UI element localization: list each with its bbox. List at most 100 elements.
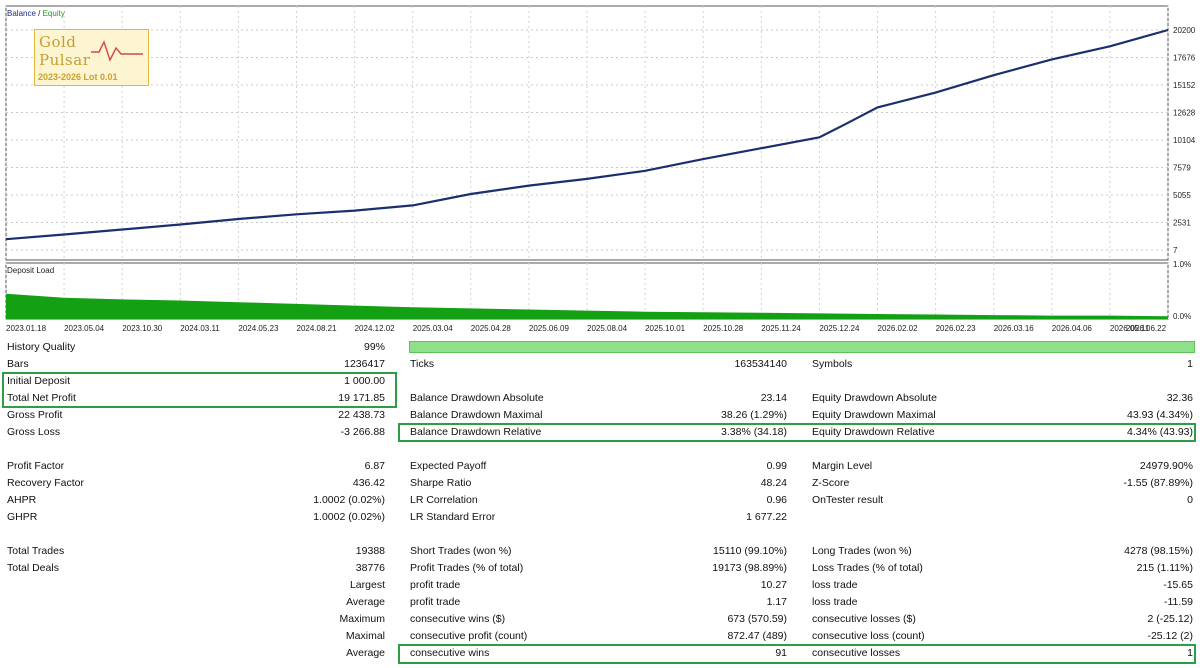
largest-label: Largest [349,579,385,591]
history-quality-value: 99% [363,341,385,353]
loss-trades-value: 215 (1.11%) [1136,562,1193,574]
largest-loss-value: -15.65 [1163,579,1193,591]
average-profit-value: 1.17 [766,596,787,608]
history-quality-bar [409,341,1195,353]
maximal-consec-profit-value: 872.47 (489) [727,630,787,642]
chart-legend: Balance / Equity [7,9,65,18]
recovery-factor-label: Recovery Factor [7,477,85,489]
gross-loss-value: -3 266.88 [340,426,385,438]
maximum-label: Maximum [339,613,385,625]
initial-deposit-label: Initial Deposit [7,375,71,387]
maximal-label: Maximal [345,630,385,642]
average-consec-label: Average [346,647,385,659]
profit-factor-label: Profit Factor [7,460,65,472]
lr-std-error-label: LR Standard Error [410,511,496,523]
bars-label: Bars [7,358,29,370]
date-tick-label: 2025.04.28 [470,324,511,333]
largest-loss-label: loss trade [812,579,858,591]
date-tick-label: 2026.02.02 [877,324,918,333]
balance-equity-chart: 20200 17676 15152 12628 10104 7579 5055 2531 7 B… [0,0,1200,262]
largest-profit-label: profit trade [410,579,461,591]
total-deals-value: 38776 [355,562,385,574]
profit-trades-label: Profit Trades (% of total) [410,562,524,574]
deposit-load-plot [5,262,1169,320]
ghpr-label: GHPR [7,511,38,523]
lr-correlation-label: LR Correlation [410,494,478,506]
average-profit-label: profit trade [410,596,461,608]
history-quality-label: History Quality [7,341,76,353]
ticks-label: Ticks [410,358,435,370]
deposit-tick-top: 1.0% [1173,260,1192,269]
net-profit-value: 19 171.85 [338,392,385,404]
max-consec-wins-value: 673 (570.59) [727,613,787,625]
total-trades-value: 19388 [355,545,385,557]
equity-dd-rel-value: 4.34% (43.93) [1127,426,1193,438]
date-axis: 2023.01.18 2023.05.04 2023.10.30 2024.03.11… [0,320,1200,338]
net-profit-label: Total Net Profit [7,392,76,404]
y-tick-label: 20200 [1173,26,1196,35]
average-label: Average [346,596,385,608]
average-consec-losses-label: consecutive losses [812,647,901,659]
date-tick-label: 2025.10.28 [703,324,744,333]
date-tick-label: 2025.11.24 [761,324,801,333]
profit-factor-value: 6.87 [364,460,385,472]
expected-payoff-label: Expected Payoff [410,460,487,472]
balance-dd-max-label: Balance Drawdown Maximal [410,409,543,421]
initial-deposit-value: 1 000.00 [344,375,385,387]
average-consec-losses-value: 1 [1187,647,1193,659]
legend-equity: Equity [42,9,65,18]
date-tick-label: 2026.02.23 [935,324,976,333]
ticks-value: 163534140 [734,358,787,370]
loss-trades-label: Loss Trades (% of total) [812,562,923,574]
maximal-consec-loss-value: -25.12 (2) [1147,630,1193,642]
balance-dd-max-value: 38.26 (1.29%) [721,409,787,421]
z-score-value: -1.55 (87.89%) [1123,477,1193,489]
max-consec-wins-label: consecutive wins ($) [410,613,506,625]
gross-loss-label: Gross Loss [7,426,61,438]
balance-dd-abs-value: 23.14 [760,392,787,404]
ahpr-label: AHPR [7,494,37,506]
equity-dd-rel-label: Equity Drawdown Relative [812,426,935,438]
deposit-title-text: Deposit Load [7,266,55,275]
balance-dd-rel-value: 3.38% (34.18) [721,426,787,438]
largest-profit-value: 10.27 [760,579,787,591]
average-consec-wins-label: consecutive wins [410,647,490,659]
margin-level-value: 24979.90% [1139,460,1193,472]
gross-profit-label: Gross Profit [7,409,63,421]
ahpr-value: 1.0002 (0.02%) [313,494,385,506]
y-tick-label: 15152 [1173,81,1196,90]
date-tick-label: 2026.06.22 [1126,324,1167,333]
date-tick-label: 2023.10.30 [122,324,163,333]
date-tick-label: 2025.10.01 [645,324,686,333]
test-report: History Quality 99% Bars 1236417 Ticks 1… [0,338,1200,668]
z-score-label: Z-Score [812,477,850,489]
symbols-label: Symbols [812,358,853,370]
balance-equity-plot: 20200 17676 15152 12628 10104 7579 5055 2531 7 [5,5,1196,261]
equity-dd-max-label: Equity Drawdown Maximal [812,409,936,421]
balance-dd-rel-label: Balance Drawdown Relative [410,426,542,438]
bars-value: 1236417 [344,358,385,370]
ontester-value: 0 [1187,494,1193,506]
short-trades-label: Short Trades (won %) [410,545,512,557]
ontester-label: OnTester result [812,494,884,506]
date-tick-label: 2025.06.09 [528,324,569,333]
date-tick-label: 2024.03.11 [180,324,220,333]
recovery-factor-value: 436.42 [352,477,385,489]
average-loss-label: loss trade [812,596,858,608]
y-tick-label: 10104 [1173,136,1196,145]
long-trades-value: 4278 (98.15%) [1124,545,1193,557]
expected-payoff-value: 0.99 [766,460,787,472]
date-tick-label: 2023.01.18 [6,324,47,333]
date-tick-label: 2026.03.16 [993,324,1034,333]
gold-pulsar-logo: Gold Pulsar 2023-2026 Lot 0.01 [34,29,149,86]
logo-line-2: Pulsar [39,51,91,69]
max-consec-losses-label: consecutive losses ($) [812,613,916,625]
y-tick-label: 7579 [1173,164,1191,173]
date-tick-label: 2025.03.04 [412,324,453,333]
equity-dd-abs-value: 32.36 [1166,392,1193,404]
short-trades-value: 15110 (99.10%) [713,545,787,557]
max-consec-losses-value: 2 (-25.12) [1147,613,1193,625]
date-tick-label: 2024.08.21 [296,324,337,333]
lr-correlation-value: 0.96 [766,494,787,506]
maximal-consec-profit-label: consecutive profit (count) [410,630,528,642]
